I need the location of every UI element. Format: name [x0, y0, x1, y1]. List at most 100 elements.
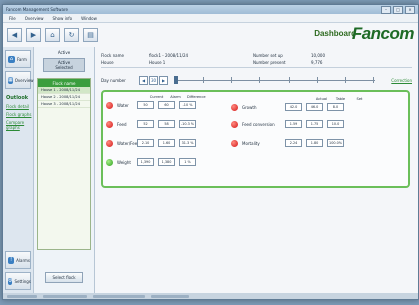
kpi-panel: Current Alarm Difference Actual Table Se…	[101, 90, 410, 188]
flock-filter[interactable]: Active Selected	[43, 58, 85, 72]
menu-show-info[interactable]: Show info	[53, 16, 73, 21]
sensor-row-mortality[interactable]: Mortality 2.24 1.80 100.0%	[231, 139, 348, 147]
nav-link-compare-graphs[interactable]: Compare graphs	[6, 120, 33, 130]
value-alarm: 1.60	[158, 139, 175, 147]
slider-tick	[259, 77, 261, 83]
nav-alarms-button[interactable]: ! Alarms	[5, 251, 31, 269]
number-set-up-value: 10,000	[311, 53, 325, 58]
nav-farm-label: Farm	[17, 56, 27, 62]
day-navigator: Day number ◀ 30 ▶ Correction	[101, 74, 412, 86]
col-header-table: Table	[335, 97, 346, 101]
value-difference: 31.3 %	[179, 139, 196, 147]
day-slider[interactable]	[174, 76, 376, 84]
sensor-row-water-feed[interactable]: Water/Feed 2.10 1.60 31.3 %	[106, 139, 200, 147]
farm-icon: ⌂	[8, 55, 15, 63]
status-indicator	[106, 139, 113, 147]
list-item[interactable]: House 1 - 2008/11/24	[38, 87, 90, 94]
nav-link-flock-detail[interactable]: Flock detail	[6, 104, 33, 109]
nav-section-title: Outlook	[6, 95, 29, 101]
value-table: 1.75	[306, 120, 323, 128]
slider-tick	[345, 77, 347, 83]
maximize-button[interactable]: □	[393, 5, 403, 14]
status-bar	[3, 293, 418, 299]
nav-bottom-buttons: ! Alarms ⚙ Settings	[3, 248, 33, 290]
value-current: 52	[137, 120, 154, 128]
menu-bar: File Overview Show info Window	[3, 14, 418, 23]
sensor-row-water[interactable]: Water 50 60 -10 %	[106, 101, 200, 109]
value-current: 50	[137, 101, 154, 109]
day-number-label: Day number	[101, 77, 126, 83]
fancom-logo: Fancom	[351, 24, 415, 43]
settings-icon: ⚙	[8, 277, 13, 285]
app-window: Fancom Management Software – □ × File Ov…	[2, 4, 419, 300]
close-button[interactable]: ×	[405, 5, 415, 14]
back-icon[interactable]: ◀	[7, 28, 22, 42]
flock-list: Flock name House 1 - 2008/11/24 House 2 …	[37, 78, 91, 250]
value-set: 100.0%	[327, 139, 344, 147]
sensor-name: Water/Feed	[117, 140, 140, 146]
minimize-button[interactable]: –	[381, 5, 391, 14]
nav-link-flock-graphs[interactable]: Flock graphs	[6, 112, 33, 117]
slider-tick	[203, 77, 205, 83]
nav-overview-button[interactable]: ▦ Overview	[5, 71, 34, 89]
list-item[interactable]: House 3 - 2008/11/24	[38, 101, 90, 108]
status-segment	[151, 294, 189, 298]
nav-alarms-label: Alarms	[16, 257, 30, 263]
slider-tick	[317, 77, 319, 83]
sensor-name: Growth	[242, 104, 257, 110]
sensor-name: Mortality	[242, 140, 260, 146]
col-header-actual: Actual	[315, 97, 328, 101]
nav-farm-button[interactable]: ⌂ Farm	[5, 50, 31, 68]
print-icon[interactable]: ▤	[83, 28, 98, 42]
refresh-icon[interactable]: ↻	[64, 28, 79, 42]
flock-column: Active Active Selected Flock name House …	[34, 47, 95, 293]
overview-icon: ▦	[8, 76, 13, 84]
value-alarm: 60	[158, 101, 175, 109]
value-current: 2.10	[137, 139, 154, 147]
list-item[interactable]: House 2 - 2008/11/24	[38, 94, 90, 101]
select-flock-button[interactable]: Select flock	[45, 272, 83, 283]
col-header-difference: Difference	[187, 95, 206, 99]
sensor-name: Water	[117, 102, 129, 108]
menu-overview[interactable]: Overview	[25, 16, 44, 21]
content-area: ⌂ Farm ▦ Overview Outlook Flock detail F…	[3, 47, 418, 293]
nav-links: Outlook Flock detail Flock graphs Compar…	[3, 95, 33, 130]
sensor-row-weight[interactable]: Weight 1,390 1,380 1 %	[106, 158, 200, 166]
forward-icon[interactable]: ▶	[26, 28, 41, 42]
sensor-row-feed[interactable]: Feed 52 58 -10.3 %	[106, 120, 200, 128]
flock-name-label: Flock name	[101, 53, 124, 58]
sensor-name: Feed conversion	[242, 121, 275, 127]
day-number-field[interactable]: 30	[149, 75, 158, 85]
sensor-name: Feed	[117, 121, 127, 127]
slider-thumb[interactable]	[174, 76, 178, 84]
value-actual: 1.59	[285, 120, 302, 128]
col-header-alarm: Alarm	[170, 95, 181, 99]
status-indicator	[106, 158, 113, 166]
sensor-row-feed-conversion[interactable]: Feed conversion 1.59 1.75 10.0	[231, 120, 348, 128]
correction-link[interactable]: Correction	[391, 78, 412, 83]
status-indicator	[231, 103, 238, 111]
value-difference: 1 %	[179, 158, 196, 166]
home-icon[interactable]: ⌂	[45, 28, 60, 42]
value-difference: -10 %	[179, 101, 196, 109]
column-header: Active	[57, 50, 71, 55]
next-day-button[interactable]: ▶	[159, 75, 168, 85]
nav-settings-button[interactable]: ⚙ Settings	[5, 272, 31, 290]
status-indicator	[231, 120, 238, 128]
menu-file[interactable]: File	[9, 16, 16, 21]
number-set-up-label: Number set up	[253, 53, 283, 58]
nav-settings-label: Settings	[14, 278, 31, 284]
value-set: 10.0	[327, 120, 344, 128]
value-alarm: 58	[158, 120, 175, 128]
value-table: 1.80	[306, 139, 323, 147]
filter-option-selected: Selected	[55, 65, 73, 70]
status-segment	[43, 294, 87, 298]
menu-window[interactable]: Window	[81, 16, 97, 21]
alarm-bell-icon: !	[8, 256, 15, 264]
prev-day-button[interactable]: ◀	[139, 75, 148, 85]
sensor-row-growth[interactable]: Growth 42.0 46.0 8.0	[231, 103, 348, 111]
slider-tick	[373, 77, 375, 83]
value-actual: 42.0	[285, 103, 302, 111]
slider-tick	[231, 77, 233, 83]
col-header-set: Set	[356, 97, 363, 101]
